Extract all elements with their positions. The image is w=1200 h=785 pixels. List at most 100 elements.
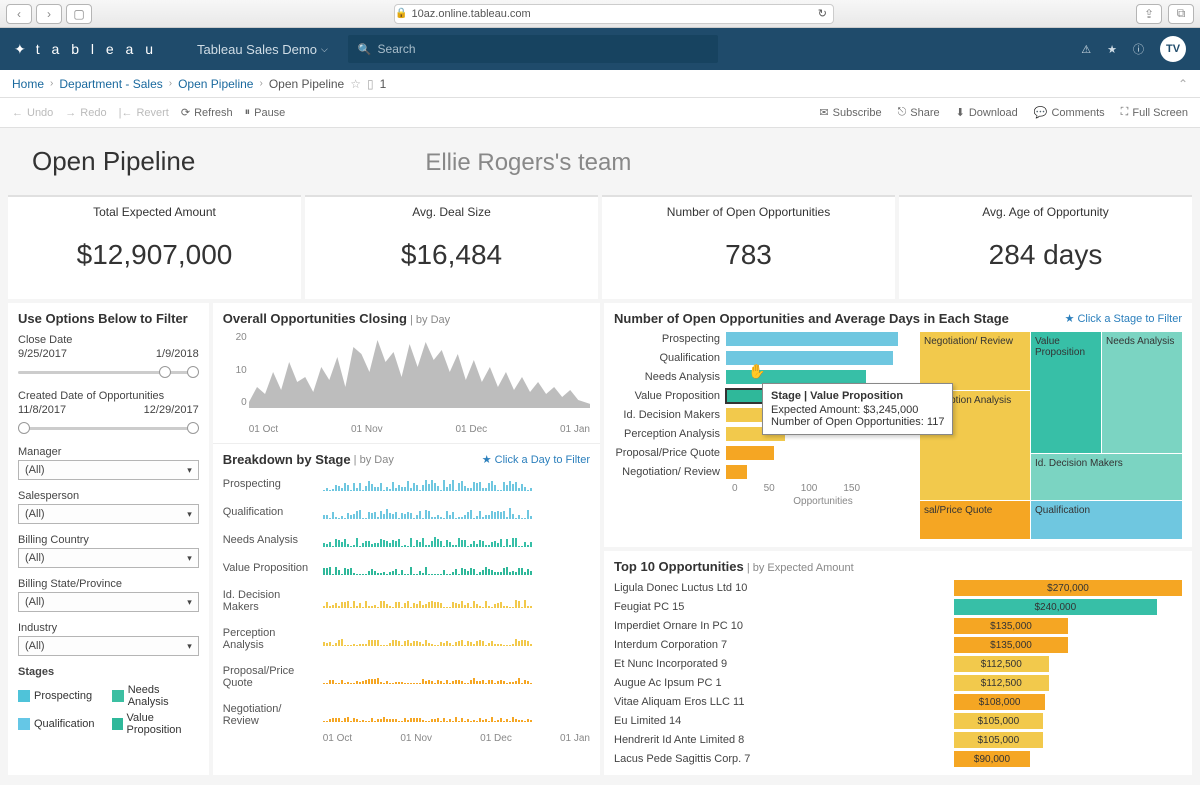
stage-bar-row[interactable]: Negotiation/ Review [614,465,914,479]
download-button[interactable]: ⬇Download [956,106,1018,119]
share-button[interactable]: ⎋Share [898,106,940,119]
stages-legend-title: Stages [18,666,199,678]
chevron-down-icon: ▾ [187,553,192,564]
kpi-card: Total Expected Amount$12,907,000 [8,195,301,299]
opportunity-row[interactable]: Hendrerit Id Ante Limited 8$105,000 [614,732,1182,748]
breakdown-row[interactable]: Negotiation/ Review [223,703,590,727]
overall-closing-pane: Overall Opportunities Closing | by Day 2… [213,303,600,443]
share-icon: ⎋ [898,106,907,119]
breakdown-row[interactable]: Qualification [223,505,590,519]
dashboard-toolbar: ←Undo →Redo |←Revert ⟳Refresh ⏸Pause ✉Su… [0,98,1200,128]
comments-button[interactable]: 💬Comments [1034,106,1105,119]
alert-icon[interactable]: ⚠ [1081,43,1091,56]
revert-button[interactable]: |←Revert [119,107,169,119]
opportunity-row[interactable]: Eu Limited 14$105,000 [614,713,1182,729]
opportunity-row[interactable]: Et Nunc Incorporated 9$112,500 [614,656,1182,672]
state-dropdown[interactable]: (All)▾ [18,592,199,612]
redo-button[interactable]: →Redo [65,107,106,119]
fullscreen-button[interactable]: ⛶Full Screen [1121,106,1188,119]
search-icon: 🔍 [358,43,372,56]
click-day-filter-link[interactable]: ★Click a Day to Filter [482,453,590,466]
treemap-cell[interactable]: sal/Price Quote [920,501,1030,539]
refresh-icon: ⟳ [181,106,190,119]
undo-icon: ← [12,107,23,119]
site-switcher[interactable]: Tableau Sales Demo ⌵ [197,42,328,57]
tableau-logo[interactable]: ✦ t a b l e a u [14,41,157,58]
legend-swatch [112,718,122,730]
browser-sidebar-button[interactable]: ▢ [66,4,92,24]
undo-button[interactable]: ←Undo [12,107,53,119]
country-dropdown[interactable]: (All)▾ [18,548,199,568]
search-input[interactable] [378,42,708,56]
legend-item[interactable]: Qualification [18,712,104,736]
created-date-slider[interactable] [18,420,199,436]
treemap-cell[interactable]: Negotiation/ Review [920,332,1030,390]
breadcrumb-pipeline[interactable]: Open Pipeline [178,77,253,91]
breadcrumb-dept[interactable]: Department - Sales [59,77,162,91]
treemap-cell[interactable]: Value Proposition [1031,332,1101,453]
chevron-down-icon: ⌵ [321,44,328,55]
opportunity-row[interactable]: Vitae Aliquam Eros LLC 11$108,000 [614,694,1182,710]
kpi-label: Avg. Deal Size [305,205,598,219]
filters-panel: Use Options Below to Filter Close Date 9… [8,303,209,775]
star-icon: ★ [1065,312,1075,325]
breakdown-row[interactable]: Value Proposition [223,561,590,575]
opportunity-row[interactable]: Augue Ac Ipsum PC 1$112,500 [614,675,1182,691]
browser-share-button[interactable]: ⇪ [1136,4,1162,24]
browser-tabs-button[interactable]: ⧉ [1168,4,1194,24]
breakdown-row[interactable]: Proposal/Price Quote [223,665,590,689]
app-header: ✦ t a b l e a u Tableau Sales Demo ⌵ 🔍 ⚠… [0,28,1200,70]
legend-item[interactable]: Needs Analysis [112,684,198,708]
favorite-icon[interactable]: ★ [1107,43,1117,56]
manager-dropdown[interactable]: (All)▾ [18,460,199,480]
treemap-cell[interactable]: Qualification [1031,501,1182,539]
legend-item[interactable]: Prospecting [18,684,104,708]
pause-button[interactable]: ⏸Pause [245,106,286,119]
breakdown-row[interactable]: Prospecting [223,477,590,491]
stage-bar-row[interactable]: Proposal/Price Quote [614,446,914,460]
industry-dropdown[interactable]: (All)▾ [18,636,199,656]
breakdown-row[interactable]: Needs Analysis [223,533,590,547]
created-date-label: Created Date of Opportunities [18,390,199,402]
browser-forward-button[interactable]: › [36,4,62,24]
star-outline-icon[interactable]: ☆ [350,77,361,91]
views-icon[interactable]: ▯ [367,77,374,91]
chevron-down-icon: ▾ [187,597,192,608]
mail-icon: ✉ [819,106,828,119]
kpi-card: Avg. Age of Opportunity284 days [899,195,1192,299]
breakdown-row[interactable]: Perception Analysis [223,627,590,651]
close-date-slider[interactable] [18,364,199,380]
stage-bar-row[interactable]: Prospecting [614,332,914,346]
star-icon: ★ [482,453,492,466]
stage-treemap[interactable]: Negotiation/ ReviewValue PropositionNeed… [920,332,1182,539]
opportunity-row[interactable]: Feugiat PC 15$240,000 [614,599,1182,615]
browser-url: 10az.online.tableau.com [411,8,530,20]
click-stage-filter-link[interactable]: ★Click a Stage to Filter [1065,312,1182,325]
browser-url-bar[interactable]: 🔒 10az.online.tableau.com ↻ [394,4,834,24]
kpi-label: Total Expected Amount [8,205,301,219]
overall-closing-chart[interactable]: 20100 [249,332,590,422]
browser-back-button[interactable]: ‹ [6,4,32,24]
salesperson-dropdown[interactable]: (All)▾ [18,504,199,524]
treemap-cell[interactable]: Id. Decision Makers [1031,454,1182,500]
breakdown-row[interactable]: Id. Decision Makers [223,589,590,613]
refresh-icon[interactable]: ↻ [818,7,833,20]
collapse-icon[interactable]: ⌃ [1178,77,1188,91]
breadcrumb-home[interactable]: Home [12,77,44,91]
close-date-label: Close Date [18,334,199,346]
download-icon: ⬇ [956,106,965,119]
breakdown-pane: Breakdown by Stage | by Day ★Click a Day… [213,443,600,775]
opportunity-row[interactable]: Interdum Corporation 7$135,000 [614,637,1182,653]
opportunity-row[interactable]: Ligula Donec Luctus Ltd 10$270,000 [614,580,1182,596]
opportunity-row[interactable]: Imperdiet Ornare In PC 10$135,000 [614,618,1182,634]
comments-icon: 💬 [1034,106,1048,119]
opportunity-row[interactable]: Lacus Pede Sagittis Corp. 7$90,000 [614,751,1182,767]
avatar[interactable]: TV [1160,36,1186,62]
info-icon[interactable]: ⓘ [1133,41,1144,57]
search-bar[interactable]: 🔍 [348,35,718,63]
legend-item[interactable]: Value Proposition [112,712,198,736]
treemap-cell[interactable]: Needs Analysis [1102,332,1182,453]
subscribe-button[interactable]: ✉Subscribe [819,106,881,119]
refresh-button[interactable]: ⟳Refresh [181,106,233,119]
team-subtitle: Ellie Rogers's team [425,149,631,177]
